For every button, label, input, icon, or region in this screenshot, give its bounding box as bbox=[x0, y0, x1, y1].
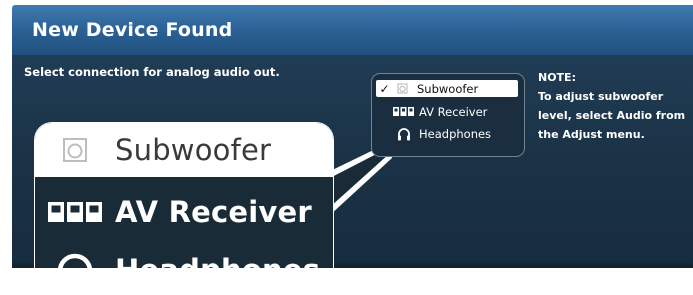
menu-item-label: Headphones bbox=[419, 126, 492, 141]
menu-item-subwoofer[interactable]: ✓ Subwoofer bbox=[376, 80, 518, 97]
headphones-icon bbox=[393, 127, 415, 141]
note-panel: NOTE: To adjust subwoofer level, select … bbox=[538, 68, 686, 144]
check-icon: ✓ bbox=[379, 81, 390, 96]
zoomed-item-subwoofer: Subwoofer bbox=[35, 123, 333, 177]
menu-item-av-receiver[interactable]: AV Receiver bbox=[378, 103, 487, 120]
page-margin bbox=[0, 268, 693, 295]
subwoofer-icon bbox=[391, 83, 413, 94]
menu-item-label: Subwoofer bbox=[417, 81, 479, 96]
menu-item-headphones[interactable]: Headphones bbox=[378, 125, 491, 142]
zoomed-item-label: Subwoofer bbox=[115, 133, 272, 167]
av-receiver-icon bbox=[393, 106, 415, 117]
tv-screen: New Device Found Select connection for a… bbox=[0, 0, 693, 295]
subwoofer-icon bbox=[35, 136, 115, 164]
device-menu: ✓ Subwoofer AV Receiver Headphones bbox=[371, 73, 525, 157]
av-receiver-icon bbox=[35, 200, 115, 224]
menu-item-label: AV Receiver bbox=[419, 104, 488, 119]
note-text: To adjust subwoofer level, select Audio … bbox=[538, 90, 686, 141]
zoomed-item-av-receiver: AV Receiver bbox=[35, 187, 333, 237]
note-heading: NOTE: bbox=[538, 71, 576, 84]
zoomed-item-label: AV Receiver bbox=[115, 195, 312, 229]
